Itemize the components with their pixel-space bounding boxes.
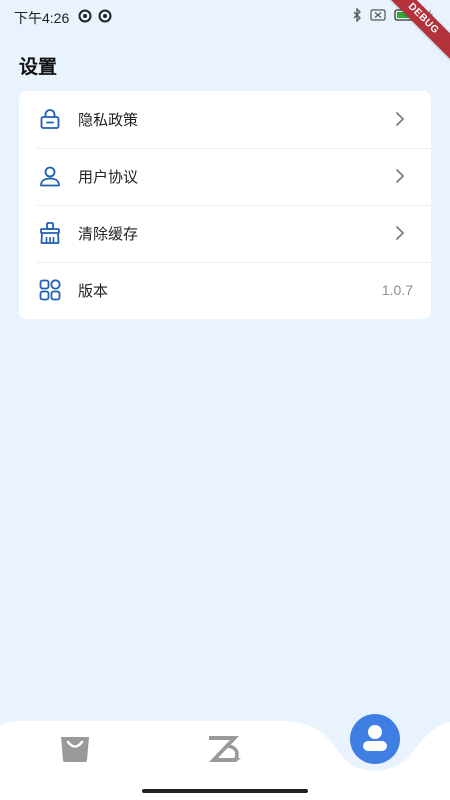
home-indicator[interactable] (142, 789, 308, 793)
broom-icon (40, 222, 60, 244)
status-left-icons (78, 9, 112, 23)
status-time: 下午4:26 (14, 10, 70, 26)
notification-icon (78, 9, 92, 23)
settings-item-label: 清除缓存 (78, 226, 139, 243)
tab-home[interactable] (206, 732, 244, 769)
settings-item-user-agreement[interactable]: 用户协议 (19, 148, 431, 205)
bluetooth-icon (353, 8, 361, 22)
sim-icon (370, 9, 386, 21)
tab-shop[interactable] (58, 733, 92, 768)
notification-icon (98, 9, 112, 23)
shopping-bag-icon (61, 737, 89, 762)
page-title: 设置 (19, 57, 58, 78)
settings-item-label: 用户协议 (78, 169, 139, 186)
settings-item-clear-cache[interactable]: 清除缓存 (19, 205, 431, 262)
user-icon (40, 166, 60, 187)
chevron-right-icon (396, 226, 404, 240)
grid-icon (39, 279, 61, 301)
settings-card: 隐私政策 用户协议 清除缓存 版本 1.0.7 (19, 91, 431, 319)
version-value: 1.0.7 (381, 282, 413, 298)
tab-profile[interactable] (349, 713, 401, 770)
lock-icon (40, 109, 60, 129)
settings-item-label: 版本 (78, 283, 109, 300)
chevron-right-icon (396, 169, 404, 183)
logo-z-icon (209, 736, 241, 762)
status-bar: 下午4:26 (0, 0, 450, 34)
chevron-right-icon (396, 112, 404, 126)
settings-item-label: 隐私政策 (78, 112, 139, 129)
settings-item-version: 版本 1.0.7 (19, 262, 431, 319)
profile-icon (350, 714, 400, 764)
bottom-nav (0, 700, 450, 800)
settings-item-privacy-policy[interactable]: 隐私政策 (19, 91, 431, 148)
